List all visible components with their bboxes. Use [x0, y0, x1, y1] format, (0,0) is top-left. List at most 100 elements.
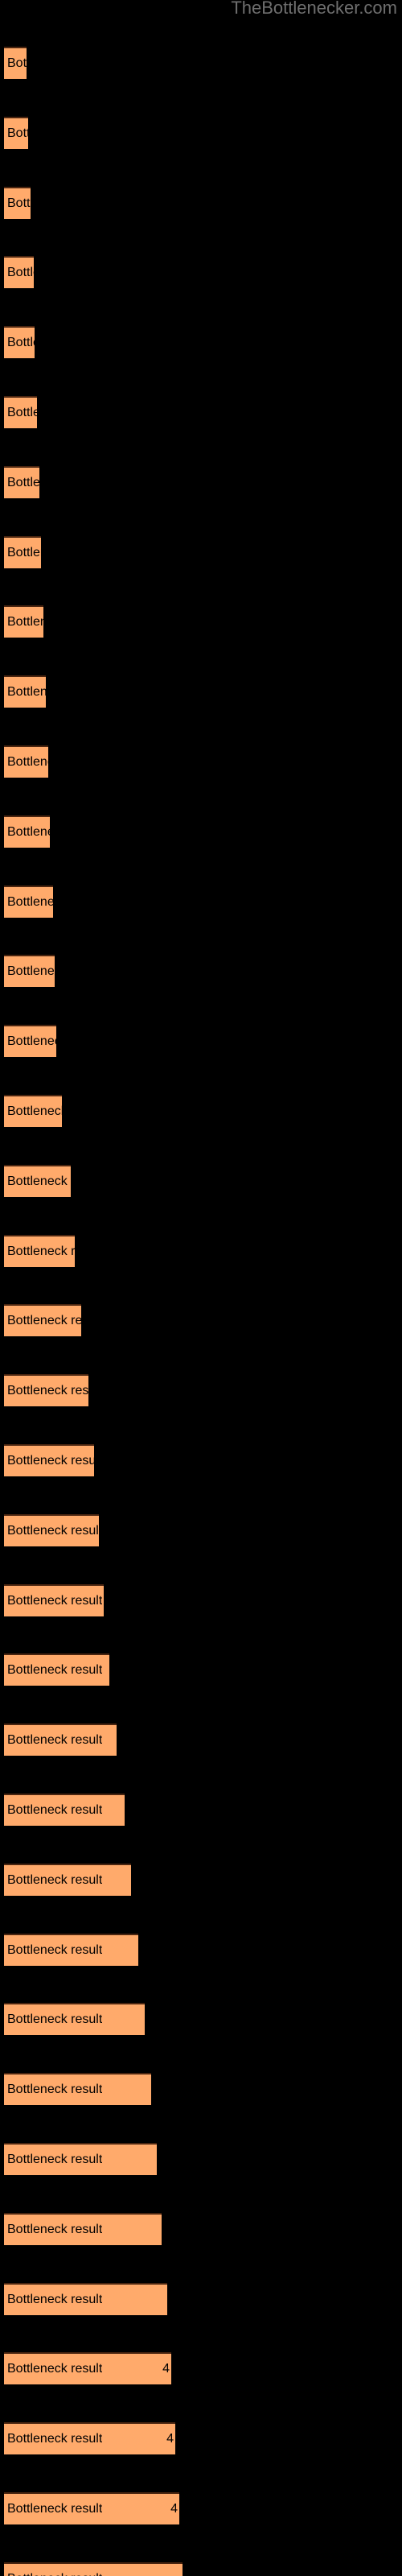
bar-label-clip: Bottleneck result — [4, 745, 48, 778]
bar-row: Bottleneck result — [0, 1583, 402, 1616]
bar-row: Bottleneck result — [0, 675, 402, 708]
bar-row: Bottleneck result — [0, 1374, 402, 1407]
bar-label: Bottleneck result — [4, 2562, 102, 2576]
bar-row: Bottleneck result — [0, 745, 402, 778]
bar-label: Bottleneck result — [7, 2362, 103, 2376]
bar-label-clip: Bottleneck result — [4, 2143, 157, 2175]
bar-label-clip: Bottleneck result — [4, 1095, 62, 1127]
bar-label: Bottleneck result — [7, 406, 37, 419]
bar-label-clip: Bottleneck result — [4, 2003, 145, 2035]
bar-label-clip: Bottleneck result — [4, 2283, 167, 2315]
bar-label-clip: Bottleneck result — [4, 326, 35, 358]
bar-row: Bottleneck result — [0, 2003, 402, 2036]
bar-label-clip: Bottleneck result 4 — [4, 2492, 179, 2524]
bar-label: Bottleneck result — [7, 2292, 103, 2306]
bar-label-clip: Bottleneck result — [4, 1514, 99, 1546]
bar-label-clip: Bottleneck result — [4, 1165, 71, 1197]
bar-label-clip: Bottleneck result — [4, 1934, 138, 1966]
bar-label: Bottleneck result — [7, 1034, 56, 1049]
bar-label-clip: Bottleneck result — [4, 675, 46, 708]
bar-row: Bottleneck result — [0, 885, 402, 918]
bar-label: Bottleneck result — [7, 2083, 103, 2097]
bar-row: Bottleneck result — [0, 2562, 402, 2576]
bar-label-clip: Bottleneck result — [4, 1864, 131, 1896]
bar-label-clip: Bottleneck result — [4, 117, 28, 149]
bar-label-clip: Bottleneck result — [4, 1374, 88, 1406]
bar-row: Bottleneck result — [0, 605, 402, 638]
bar-label-clip: Bottleneck result — [4, 2073, 151, 2105]
bar-label-clip: Bottleneck result 4 — [4, 2352, 171, 2384]
bar-row: Bottleneck result — [0, 47, 402, 79]
bar-row: Bottleneck result — [0, 1794, 402, 1826]
bar-label-clip: Bottleneck result — [4, 2562, 183, 2576]
bar-label: Bottleneck result — [7, 1104, 62, 1118]
bar-label: Bottleneck result — [7, 964, 55, 979]
bar-label: Bottleneck result — [7, 1454, 94, 1468]
bar-label-clip: Bottleneck result — [4, 605, 43, 638]
bar-label: Bottleneck result — [7, 1314, 81, 1328]
bar-label: Bottleneck result — [7, 894, 53, 909]
bar-row: Bottleneck result — [0, 1653, 402, 1686]
bar-label: Bottleneck result — [7, 1803, 103, 1817]
bar-label-clip: Bottleneck result — [4, 1584, 104, 1616]
bar-label-clip: Bottleneck result — [4, 1794, 125, 1826]
bar-label: Bottleneck result — [7, 1174, 71, 1188]
bar-row: Bottleneck result — [0, 2073, 402, 2106]
bar-row: Bottleneck result — [0, 2282, 402, 2315]
bar-label: Bottleneck result — [7, 1663, 103, 1678]
bar-label: Bottleneck result — [7, 1244, 75, 1258]
bar-label-clip: Bottleneck result — [4, 1025, 56, 1057]
bar-row: Bottleneck result — [0, 1863, 402, 1896]
bar-label: Bottleneck result — [7, 2502, 103, 2516]
bar-label-clip: Bottleneck result — [4, 466, 39, 498]
bar-label-clip: Bottleneck result — [4, 536, 41, 568]
bar-row: Bottleneck result — [0, 1513, 402, 1546]
bar-label: Bottleneck result — [7, 1872, 103, 1887]
bar-row: Bottleneck result — [0, 2212, 402, 2245]
bar-row: Bottleneck result — [0, 1164, 402, 1197]
bar-row: Bottleneck result — [0, 1025, 402, 1058]
bar-label-clip: Bottleneck result — [4, 256, 34, 288]
bar-row: Bottleneck result — [0, 815, 402, 848]
bar-label: Bottleneck result — [7, 126, 28, 140]
bar-label-clip: Bottleneck result — [4, 1724, 117, 1756]
bar-label: Bottleneck result — [7, 336, 35, 350]
bar-row: Bottleneck result — [0, 1724, 402, 1757]
bar-label-clip: Bottleneck result — [4, 1653, 109, 1686]
bar-label: Bottleneck result — [7, 475, 39, 489]
bar-label: Bottleneck result — [7, 824, 50, 839]
bar-row: Bottleneck result — [0, 465, 402, 498]
bar-label: Bottleneck result — [7, 1384, 88, 1398]
bar-label: Bottleneck result — [7, 266, 34, 280]
bar-label-clip: Bottleneck result — [4, 955, 55, 987]
bar-value-label: 4 — [170, 2502, 178, 2516]
bar-row: Bottleneck result — [0, 2143, 402, 2175]
bar-label: Bottleneck result — [7, 1942, 103, 1957]
bar-row: Bottleneck result — [0, 1444, 402, 1476]
bar-row: Bottleneck result — [0, 116, 402, 149]
bar-value-label: 4 — [162, 2362, 170, 2376]
bar-label-clip: Bottleneck result — [4, 886, 53, 918]
bar-label-clip: Bottleneck result — [4, 396, 37, 428]
bar-row: Bottleneck result — [0, 1304, 402, 1337]
bar-row: Bottleneck result 4 — [0, 2422, 402, 2455]
bar-row: Bottleneck result — [0, 256, 402, 289]
bar-row: Bottleneck result — [0, 1933, 402, 1966]
bar-label-clip: Bottleneck result — [4, 2213, 162, 2245]
bar-row: Bottleneck result 4 — [0, 2492, 402, 2524]
bar-label: Bottleneck result — [7, 615, 43, 630]
bar-label-clip: Bottleneck result — [4, 1444, 94, 1476]
bar-label-clip: Bottleneck result — [4, 1304, 81, 1336]
bar-row: Bottleneck result — [0, 1234, 402, 1267]
bar-label: Bottleneck result — [7, 685, 46, 700]
bar-label-clip: Bottleneck result — [4, 47, 27, 79]
bar-label: Bottleneck result — [7, 56, 27, 70]
bar-row: Bottleneck result — [0, 326, 402, 359]
bar-row: Bottleneck result — [0, 396, 402, 428]
bar-label: Bottleneck result — [7, 196, 31, 210]
bar-label-clip: Bottleneck result — [4, 1235, 75, 1267]
bar-label: Bottleneck result — [7, 755, 48, 769]
bar-label-clip: Bottleneck result — [4, 187, 31, 219]
bar-row: Bottleneck result — [0, 1095, 402, 1127]
bar-label: Bottleneck result — [7, 1593, 103, 1608]
